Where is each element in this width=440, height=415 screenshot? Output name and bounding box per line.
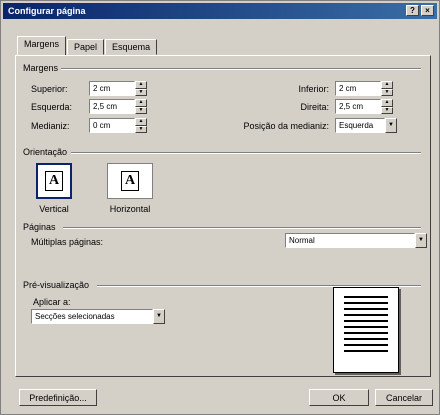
apply-to-value[interactable]: Secções selecionadas [31, 309, 153, 324]
left-margin-stepper[interactable]: 2,5 cm ▲ ▼ [89, 99, 147, 114]
right-margin-input[interactable]: 2,5 cm [335, 99, 381, 114]
apply-to-label: Aplicar a: [33, 297, 71, 307]
spin-up-icon[interactable]: ▲ [135, 99, 147, 107]
cancel-button[interactable]: Cancelar [375, 389, 433, 406]
spin-down-icon[interactable]: ▼ [135, 88, 147, 96]
gutter-label: Medianiz: [31, 121, 70, 131]
landscape-label[interactable]: Horizontal [101, 204, 159, 214]
orientation-group-label: Orientação [23, 147, 68, 157]
tab-strip: Margens Papel Esquema [17, 36, 158, 55]
apply-to-select[interactable]: Secções selecionadas ▼ [31, 309, 165, 324]
orientation-divider [71, 152, 421, 154]
spin-down-icon[interactable]: ▼ [381, 88, 393, 96]
default-button[interactable]: Predefinição... [19, 389, 97, 406]
multiple-pages-select[interactable]: Normal ▼ [285, 233, 427, 248]
dropdown-arrow-icon[interactable]: ▼ [415, 233, 427, 248]
gutter-position-select[interactable]: Esquerda ▼ [335, 118, 397, 133]
page-setup-dialog: Configurar página ? × Margens Papel Esqu… [0, 0, 440, 415]
preview-group-label: Pré-visualização [23, 280, 90, 290]
tab-layout[interactable]: Esquema [105, 39, 158, 55]
dropdown-arrow-icon[interactable]: ▼ [385, 118, 397, 133]
margins-divider [61, 68, 421, 70]
spin-down-icon[interactable]: ▼ [135, 125, 147, 133]
portrait-page-icon: A [44, 171, 64, 191]
spin-down-icon[interactable]: ▼ [381, 106, 393, 114]
dropdown-arrow-icon[interactable]: ▼ [153, 309, 165, 324]
multiple-pages-value[interactable]: Normal [285, 233, 415, 248]
tab-margins[interactable]: Margens [17, 36, 67, 55]
bottom-margin-stepper[interactable]: 2 cm ▲ ▼ [335, 81, 393, 96]
multiple-pages-label: Múltiplas páginas: [31, 237, 104, 247]
spin-up-icon[interactable]: ▲ [381, 99, 393, 107]
help-button[interactable]: ? [406, 5, 419, 16]
spin-up-icon[interactable]: ▲ [381, 81, 393, 89]
page-preview [333, 287, 399, 373]
title-bar: Configurar página ? × [3, 3, 437, 19]
right-margin-stepper[interactable]: 2,5 cm ▲ ▼ [335, 99, 393, 114]
bottom-margin-label: Inferior: [298, 84, 329, 94]
pages-divider [63, 227, 421, 229]
portrait-label[interactable]: Vertical [34, 204, 74, 214]
landscape-page-icon: A [120, 171, 140, 191]
bottom-margin-input[interactable]: 2 cm [335, 81, 381, 96]
gutter-position-label: Posição da medianiz: [243, 121, 329, 131]
ok-button[interactable]: OK [309, 389, 369, 406]
portrait-option[interactable]: A [36, 163, 72, 199]
close-button[interactable]: × [421, 5, 434, 16]
spin-down-icon[interactable]: ▼ [135, 106, 147, 114]
top-margin-label: Superior: [31, 84, 68, 94]
landscape-option[interactable]: A [107, 163, 153, 199]
right-margin-label: Direita: [300, 102, 329, 112]
top-margin-stepper[interactable]: 2 cm ▲ ▼ [89, 81, 147, 96]
top-margin-input[interactable]: 2 cm [89, 81, 135, 96]
left-margin-input[interactable]: 2,5 cm [89, 99, 135, 114]
window-title: Configurar página [8, 6, 86, 16]
margins-group-label: Margens [23, 63, 59, 73]
spin-up-icon[interactable]: ▲ [135, 81, 147, 89]
gutter-input[interactable]: 0 cm [89, 118, 135, 133]
gutter-stepper[interactable]: 0 cm ▲ ▼ [89, 118, 147, 133]
pages-group-label: Páginas [23, 222, 56, 232]
gutter-position-value[interactable]: Esquerda [335, 118, 385, 133]
tab-paper[interactable]: Papel [67, 39, 105, 55]
left-margin-label: Esquerda: [31, 102, 73, 112]
spin-up-icon[interactable]: ▲ [135, 118, 147, 126]
